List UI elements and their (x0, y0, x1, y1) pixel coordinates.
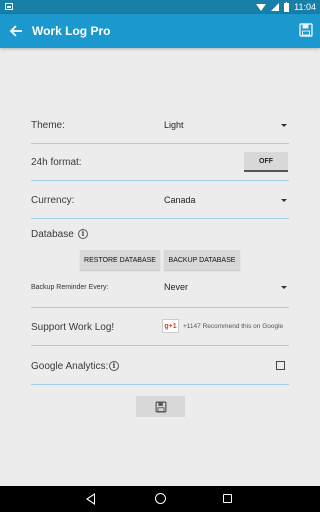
navigation-bar (0, 486, 320, 512)
backup-reminder-value: Never (164, 282, 189, 292)
nav-home-icon[interactable] (155, 493, 166, 504)
analytics-checkbox[interactable] (276, 361, 285, 370)
save-button[interactable] (136, 396, 185, 417)
divider (31, 143, 289, 144)
status-time: 11:04 (294, 2, 316, 12)
dropdown-arrow-icon (281, 286, 287, 289)
backup-reminder-label: Backup Reminder Every: (31, 284, 109, 291)
theme-label: Theme: (31, 120, 65, 131)
battery-icon (284, 1, 290, 12)
restore-database-button[interactable]: RESTORE DATABASE (80, 250, 160, 270)
google-plus-one: g+1 +1147 Recommend this on Google (162, 319, 283, 333)
wifi-icon (256, 3, 267, 11)
status-bar: 11:04 (0, 0, 320, 14)
divider (31, 345, 289, 346)
back-button[interactable] (6, 21, 26, 41)
divider (31, 384, 289, 385)
divider (31, 180, 289, 181)
theme-value: Light (164, 120, 184, 130)
dropdown-arrow-icon (281, 199, 287, 202)
notification-image-icon (5, 3, 13, 10)
currency-value: Canada (164, 195, 196, 205)
save-button-top[interactable] (298, 22, 314, 38)
info-icon[interactable]: i (109, 361, 119, 371)
dropdown-arrow-icon (281, 124, 287, 127)
database-label: Database (31, 229, 74, 240)
divider (31, 307, 289, 308)
format24h-label: 24h format: (31, 157, 82, 168)
app-bar: Work Log Pro (0, 14, 320, 48)
google-plus-one-text: +1147 Recommend this on Google (183, 322, 284, 330)
format24h-toggle[interactable]: OFF (244, 152, 288, 172)
theme-spinner[interactable]: Light (160, 114, 290, 136)
settings-content: Theme: Light 24h format: OFF Currency: C… (0, 48, 320, 486)
currency-label: Currency: (31, 195, 75, 206)
floppy-disk-icon (155, 401, 166, 412)
info-icon[interactable]: i (78, 229, 88, 239)
support-label: Support Work Log! (31, 322, 115, 333)
backup-database-button[interactable]: BACKUP DATABASE (164, 250, 240, 270)
divider (31, 218, 289, 219)
signal-icon (271, 3, 280, 11)
google-plus-one-button[interactable]: g+1 (162, 319, 179, 333)
backup-reminder-spinner[interactable]: Never (160, 276, 290, 298)
nav-recent-apps-icon[interactable] (223, 494, 232, 503)
currency-spinner[interactable]: Canada (160, 189, 290, 211)
analytics-label: Google Analytics: (31, 361, 109, 372)
nav-back-icon[interactable] (86, 493, 95, 505)
app-title: Work Log Pro (32, 24, 111, 38)
arrow-left-icon (9, 25, 22, 37)
